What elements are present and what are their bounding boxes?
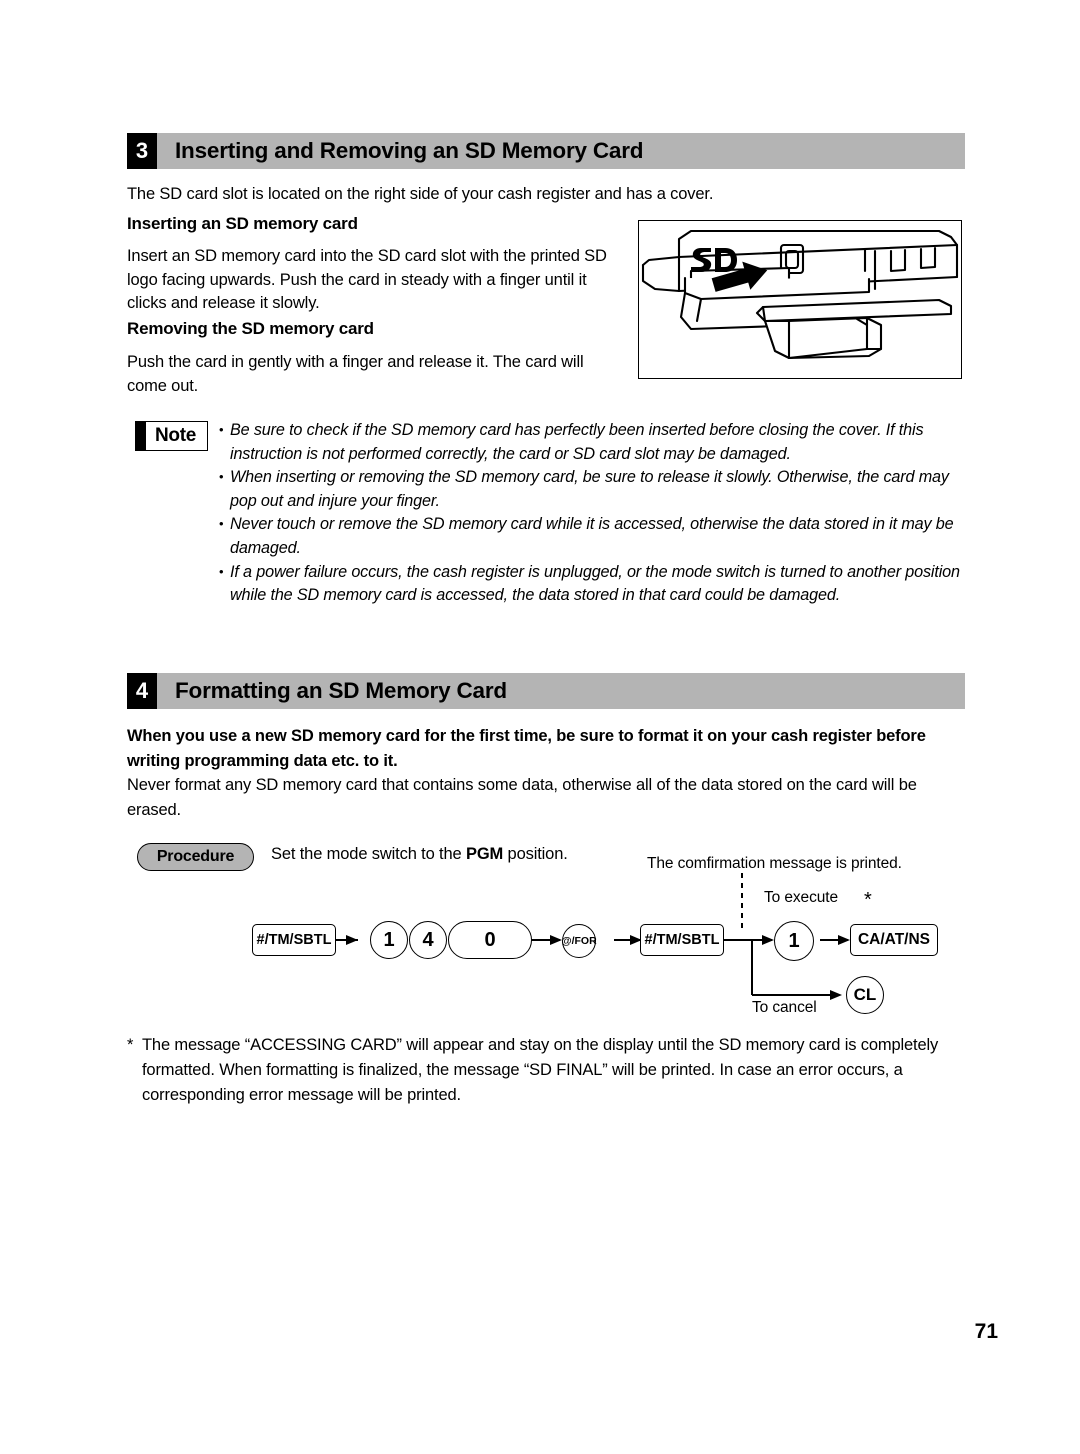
note-accent-bar (135, 421, 146, 451)
footnote-marker: * (127, 1036, 134, 1054)
subheading-inserting: Inserting an SD memory card (127, 214, 358, 233)
note-badge: Note (135, 421, 209, 451)
key-at-for[interactable]: @/FOR (561, 924, 597, 958)
footnote: * The message “ACCESSING CARD” will appe… (127, 1033, 967, 1108)
flow-label-to-execute: To execute (764, 889, 838, 906)
subheading-removing: Removing the SD memory card (127, 319, 374, 338)
key-1-confirm[interactable]: 1 (774, 921, 814, 961)
flow-label-confirmation: The comfirmation message is printed. (647, 855, 902, 872)
note-list: Be sure to check if the SD memory card h… (219, 418, 967, 608)
section4-bold-paragraph: When you use a new SD memory card for th… (127, 727, 926, 770)
section3-removing-paragraph: Push the card in gently with a finger an… (127, 353, 584, 395)
note-item: Never touch or remove the SD memory card… (219, 512, 967, 560)
section-title-bar: Inserting and Removing an SD Memory Card (157, 133, 965, 169)
key-ca-at-ns[interactable]: CA/AT/NS (850, 924, 938, 956)
sd-card-slot-illustration (638, 220, 962, 379)
section3-intro-paragraph: The SD card slot is located on the right… (127, 185, 714, 203)
key-0[interactable]: 0 (448, 921, 532, 959)
sd-logo-icon (691, 248, 737, 272)
key-sequence-flow-diagram: #/TM/SBTL 1 4 0 @/FOR #/TM/SBTL 1 CA/AT/… (0, 855, 1080, 1025)
page-number: 71 (974, 1320, 998, 1343)
section4-title: Formatting an SD Memory Card (175, 678, 507, 703)
key-1-first[interactable]: 1 (370, 921, 408, 959)
note-item: When inserting or removing the SD memory… (219, 465, 967, 513)
section-number-badge: 3 (127, 133, 157, 169)
key-cl[interactable]: CL (846, 976, 884, 1014)
key-tm-sbtl-2[interactable]: #/TM/SBTL (640, 924, 724, 956)
section-header-4: 4 Formatting an SD Memory Card (127, 673, 965, 709)
section-number-badge: 4 (127, 673, 157, 709)
key-4[interactable]: 4 (409, 921, 447, 959)
note-item: If a power failure occurs, the cash regi… (219, 560, 967, 608)
page-title: Inserting and Removing an SD Memory Card (175, 138, 644, 163)
note-label: Note (146, 421, 209, 451)
key-tm-sbtl-1[interactable]: #/TM/SBTL (252, 924, 336, 956)
section4-paragraph: Never format any SD memory card that con… (127, 776, 917, 819)
section-header-3: 3 Inserting and Removing an SD Memory Ca… (127, 133, 965, 169)
flow-label-asterisk: * (864, 889, 872, 911)
footnote-text: The message “ACCESSING CARD” will appear… (142, 1036, 939, 1104)
document-page: 3 Inserting and Removing an SD Memory Ca… (0, 0, 1080, 1454)
section3-inserting-paragraph: Insert an SD memory card into the SD car… (127, 247, 607, 312)
section-title-bar: Formatting an SD Memory Card (157, 673, 965, 709)
flow-label-to-cancel: To cancel (752, 999, 817, 1016)
note-item: Be sure to check if the SD memory card h… (219, 418, 967, 466)
